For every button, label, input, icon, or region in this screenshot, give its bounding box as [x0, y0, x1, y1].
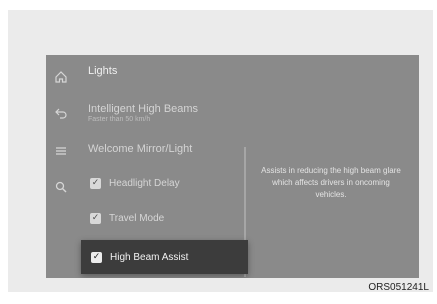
settings-screen: Lights Intelligent High Beams Faster tha…	[46, 55, 419, 278]
figure-caption: ORS051241L	[368, 282, 429, 293]
home-icon[interactable]	[53, 69, 69, 85]
feature-description: Assists in reducing the high beam glare …	[261, 166, 401, 199]
intelligent-high-beams-label: Intelligent High Beams	[88, 103, 199, 115]
intelligent-high-beams-item[interactable]: Intelligent High Beams Faster than 50 km…	[88, 103, 308, 123]
back-icon[interactable]	[53, 105, 69, 121]
high-beam-assist-checkbox[interactable]: ✓	[91, 251, 102, 263]
welcome-mirror-light-item[interactable]: Welcome Mirror/Light	[88, 143, 192, 155]
travel-mode-label: Travel Mode	[109, 212, 165, 224]
headlight-delay-checkbox[interactable]: ✓	[90, 177, 101, 189]
search-icon[interactable]	[53, 179, 69, 195]
menu-icon[interactable]	[53, 143, 69, 159]
page-title: Lights	[88, 65, 118, 77]
side-rail	[46, 55, 76, 278]
figure-frame: Lights Intelligent High Beams Faster tha…	[8, 10, 433, 293]
intelligent-high-beams-sublabel: Faster than 50 km/h	[88, 116, 151, 123]
headlight-delay-label: Headlight Delay	[109, 177, 180, 189]
travel-mode-checkbox[interactable]: ✓	[90, 212, 101, 224]
travel-mode-row[interactable]: ✓ Travel Mode	[90, 208, 164, 228]
headlight-delay-row[interactable]: ✓ Headlight Delay	[90, 173, 180, 193]
high-beam-assist-row[interactable]: ✓ High Beam Assist	[91, 247, 188, 267]
high-beam-assist-label: High Beam Assist	[110, 251, 189, 263]
high-beam-assist-highlight[interactable]: ✓ High Beam Assist	[81, 240, 248, 274]
